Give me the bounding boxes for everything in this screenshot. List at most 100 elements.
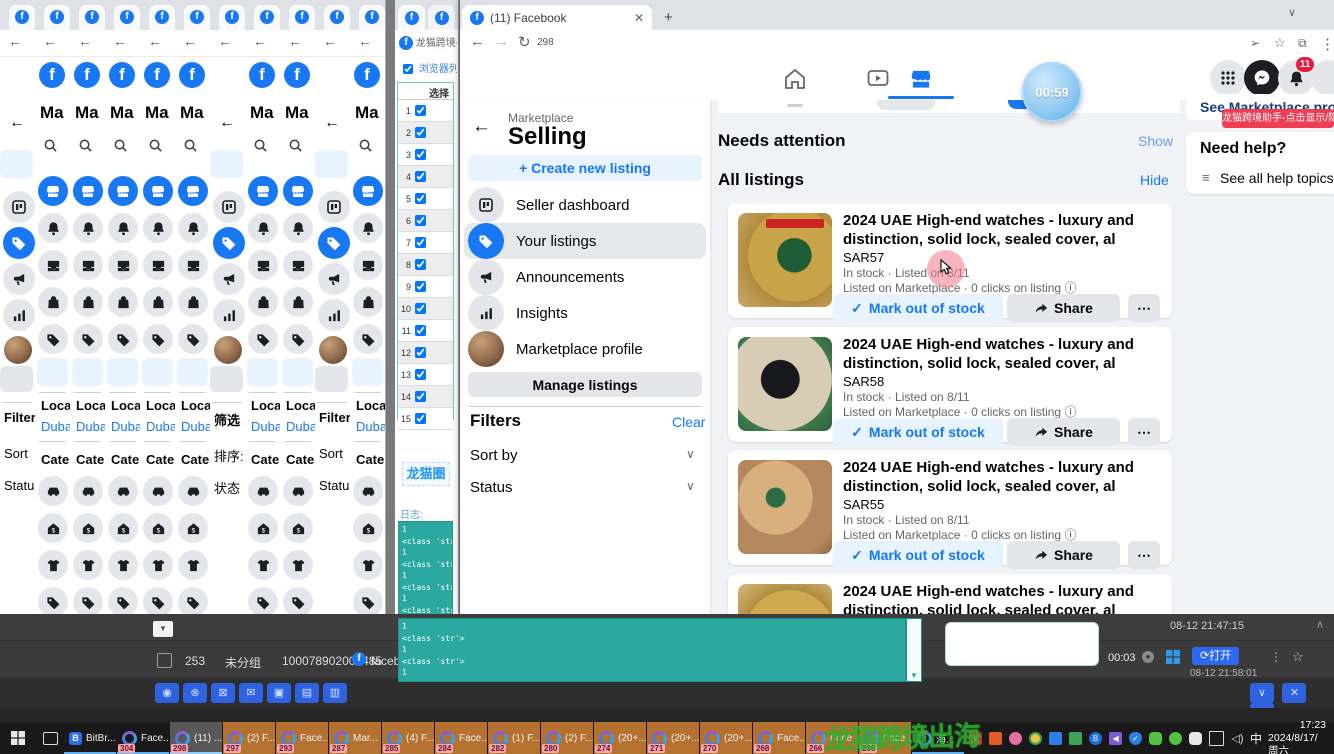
apparel-icon[interactable] [353, 550, 383, 580]
clear-filters-link[interactable]: Clear [672, 414, 705, 430]
home-tab[interactable] [767, 65, 823, 93]
vehicles-icon[interactable] [178, 476, 208, 506]
classifieds-icon[interactable] [38, 587, 68, 614]
row-checkbox[interactable] [415, 171, 426, 182]
browser-row-13[interactable]: 13 [398, 364, 453, 386]
row-checkbox[interactable] [415, 237, 426, 248]
row-checkbox[interactable] [415, 281, 426, 292]
narrow-window-6[interactable]: f←fMaLocaDubaCate$ [175, 0, 211, 614]
minimize-panel-button[interactable]: ∨ [1250, 683, 1274, 703]
location-value[interactable]: Duba [76, 419, 106, 434]
location-value[interactable]: Duba [356, 419, 386, 434]
profile-avatar[interactable] [1311, 60, 1334, 96]
back-arrow-icon[interactable]: ← [472, 116, 491, 138]
narrow-window-5[interactable]: f←fMaLocaDubaCate$ [140, 0, 176, 614]
marketplace-shop-icon[interactable] [73, 176, 103, 206]
row-checkbox[interactable] [415, 325, 426, 336]
inbox-icon[interactable] [143, 250, 173, 280]
announcements-icon[interactable] [3, 263, 35, 295]
sidebar-item-announcements[interactable]: Announcements [464, 259, 706, 295]
property-icon[interactable]: $ [353, 513, 383, 543]
browser-tab[interactable]: f [149, 5, 175, 30]
dropdown-box[interactable]: ▼ [153, 621, 173, 637]
manage-listings-button[interactable]: Manage listings [468, 372, 702, 397]
buying-icon[interactable] [143, 287, 173, 317]
narrow-window-3[interactable]: f←fMaLocaDubaCate$ [70, 0, 106, 614]
search-icon[interactable] [253, 138, 268, 158]
browser-tab[interactable]: f [9, 5, 35, 30]
back-button[interactable]: ← [148, 33, 162, 49]
row-checkbox[interactable] [415, 105, 426, 116]
selling-tag-icon[interactable] [178, 324, 208, 354]
apps-menu-button[interactable] [1210, 60, 1246, 96]
notifications-icon[interactable] [143, 213, 173, 243]
taskbar-item-10[interactable]: (2) F...280 [541, 722, 593, 754]
listing-image[interactable] [738, 213, 832, 307]
classifieds-icon[interactable] [248, 587, 278, 614]
inbox-icon[interactable] [38, 250, 68, 280]
search-icon[interactable] [78, 138, 93, 158]
taskbar-item-4[interactable]: (2) F...297 [223, 722, 275, 754]
network-icon[interactable] [1209, 731, 1224, 746]
browser-row-9[interactable]: 9 [398, 276, 453, 298]
listing-image[interactable] [738, 337, 832, 431]
profile-avatar[interactable] [319, 336, 347, 364]
back-button[interactable]: ← [253, 33, 267, 49]
row-checkbox[interactable] [157, 653, 172, 668]
narrow-window-2[interactable]: f←fMaLocaDubaCate$ [35, 0, 71, 614]
show-link[interactable]: Show [1138, 133, 1173, 149]
listing-image[interactable] [738, 460, 832, 554]
share-button[interactable]: Share [1007, 541, 1120, 569]
location-value[interactable]: Duba [111, 419, 141, 434]
vehicles-icon[interactable] [73, 476, 103, 506]
buying-icon[interactable] [248, 287, 278, 317]
listing-card-3[interactable]: 2024 UAE High-end watches - luxury and d… [728, 450, 1172, 565]
browser-tab[interactable]: f [254, 5, 280, 30]
taskbar-item-16[interactable]: Face...265 [859, 722, 911, 754]
profile-avatar[interactable] [4, 336, 32, 364]
marketplace-shop-icon[interactable] [353, 176, 383, 206]
apparel-icon[interactable] [178, 550, 208, 580]
notifications-icon[interactable] [283, 213, 313, 243]
announcements-icon[interactable] [318, 263, 350, 295]
player-icon[interactable]: ◀ [1109, 732, 1122, 745]
selling-tag-icon[interactable] [73, 324, 103, 354]
create-new-listing-button[interactable]: + Create new listing [468, 155, 702, 181]
location-value[interactable]: Duba [286, 419, 316, 434]
location-value[interactable]: Duba [41, 419, 71, 434]
notifications-icon[interactable] [353, 213, 383, 243]
vehicles-icon[interactable] [283, 476, 313, 506]
taskbar-item-8[interactable]: Face...284 [435, 722, 487, 754]
inbox-icon[interactable] [178, 250, 208, 280]
buying-icon[interactable] [283, 287, 313, 317]
scroll-down-icon[interactable]: ▼ [907, 671, 921, 680]
search-icon[interactable] [43, 138, 58, 158]
listing-card-2[interactable]: 2024 UAE High-end watches - luxury and d… [728, 327, 1172, 442]
selling-tag-icon[interactable] [143, 324, 173, 354]
browser-tab[interactable]: f [44, 5, 70, 30]
taskbar-item-15[interactable]: Face...266 [806, 722, 858, 754]
share-button[interactable]: Share [1007, 294, 1120, 322]
browser-list-toggle[interactable]: 浏览器列表 [399, 60, 457, 77]
buying-icon[interactable] [353, 287, 383, 317]
terminal-scrollbar[interactable]: ▼ [906, 618, 922, 682]
apparel-icon[interactable] [283, 550, 313, 580]
start-button[interactable] [0, 722, 36, 754]
classifieds-icon[interactable] [283, 587, 313, 614]
selling-tag-icon[interactable] [353, 324, 383, 354]
back-button[interactable]: ← [183, 33, 197, 49]
clock[interactable]: 17:23 2024/8/17/周六 [1268, 722, 1334, 754]
selling-tag-icon[interactable] [248, 324, 278, 354]
property-icon[interactable]: $ [248, 513, 278, 543]
browser-orange-icon[interactable] [989, 732, 1002, 745]
your-listings-icon[interactable] [3, 227, 35, 259]
browser-row-14[interactable]: 14 [398, 386, 453, 408]
message-icon-button[interactable]: ✉ [239, 683, 263, 703]
classifieds-icon[interactable] [178, 587, 208, 614]
tab-close-icon[interactable]: ✕ [634, 11, 644, 25]
reload-button[interactable]: ↻ [518, 33, 531, 51]
taskbar-item-9[interactable]: (1) F...282 [488, 722, 540, 754]
listing-card-4[interactable]: 2024 UAE High-end watches - luxury and d… [728, 574, 1172, 614]
vehicles-icon[interactable] [248, 476, 278, 506]
notifications-icon[interactable] [108, 213, 138, 243]
